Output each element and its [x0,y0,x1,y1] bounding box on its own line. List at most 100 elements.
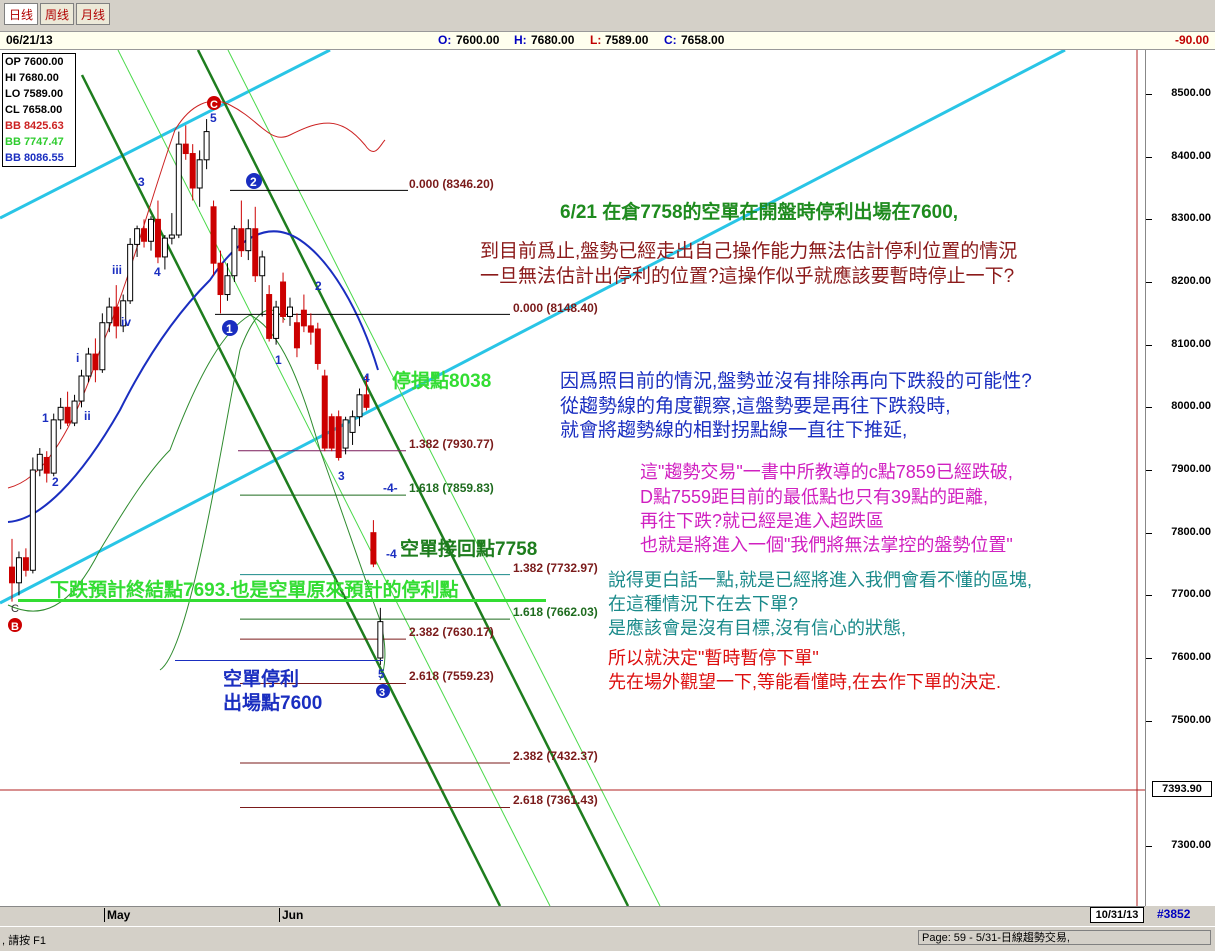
candle [92,338,99,383]
annotation-para1-line2: 一旦無法估計出停利的位置?這操作似乎就應該要暫時停止一下? [480,266,1015,287]
candle-body [363,394,370,408]
candle [259,250,266,317]
candle-body [161,237,168,258]
candle-body [300,309,307,327]
candle [15,551,22,596]
close-value: 7658.00 [681,33,725,47]
candle-body [148,218,154,242]
candle [210,200,217,276]
ohlc-legend: OP 7600.00 HI 7680.00 LO 7589.00 CL 7658… [2,53,76,167]
expected-end-line [18,599,546,602]
fib-label-3: 1.618 (7859.83) [409,481,494,495]
candle [106,297,113,333]
status-page: Page: 59 - 5/31-日線趨勢交易, [918,930,1211,945]
candle-body [196,159,203,189]
x-label-jun: Jun [279,908,303,922]
fib-label-6: 2.382 (7630.17) [409,625,494,639]
candle-body [287,306,293,317]
candle-body [328,416,335,449]
annotation-para4-line3: 是應該會是沒有目標,沒有信心的狀態, [608,618,907,638]
candle-body [293,322,300,349]
exit-line [175,660,383,661]
legend-bb-upper: BB 8425.63 [5,120,64,132]
wave-label-4: 4 [154,265,161,279]
candle [224,263,231,301]
legend-low: LO 7589.00 [5,88,64,100]
tab-daily[interactable]: 日线 [4,3,39,25]
tab-monthly[interactable]: 月线 [76,3,111,25]
y-tick-label: 7900.00 [1171,463,1211,475]
candle [293,313,300,358]
candle [29,457,36,574]
wave-label-minus-4a: -4- [383,481,398,495]
annotation-para4-line2: 在這種情況下在去下單? [608,594,799,614]
wave-label-iii: iii [112,263,122,277]
fib-label-9: 2.618 (7361.43) [513,793,598,807]
price-axis: 7393.90 8500.00 8400.00 8300.00 8200.00 8100… [1146,50,1215,906]
legend-close: CL 7658.00 [5,104,63,116]
wave-label-minus-4b: -4 [386,547,397,561]
candle-body [85,353,92,377]
y-tick-label: 8400.00 [1171,149,1211,162]
candle [300,294,307,333]
candle-body [29,469,36,571]
point-c-small-label: C [11,603,19,615]
legend-bb-lower: BB 8086.55 [5,152,64,164]
circled-2-label: 2 [250,175,257,189]
candle [161,235,168,270]
annotation-para4-line1: 說得更白話一點,就是已經將進入我們會看不懂的區塊, [608,570,1032,590]
candle [245,219,252,261]
annotation-para3-line3: 再往下跌?就已經是進入超跌區 [640,511,885,531]
candle-body [57,406,64,421]
candle [342,416,349,455]
candle-body [356,394,363,418]
candle-body [203,131,210,161]
candle-body [259,256,266,277]
candle-body [15,557,22,584]
candle [238,200,245,257]
fib-label-2: 1.382 (7930.77) [409,437,494,451]
candle-body [224,275,231,296]
annotation-para1-line1: 到目前爲止,盤勢已經走出自己操作能力無法估計停利位置的情況 [480,241,1018,262]
candle-body [307,325,314,333]
candle [252,206,259,282]
y-tick-label: 8100.00 [1171,337,1211,350]
candle [370,520,377,568]
candle [189,144,196,201]
stop-loss-annotation: 停損點8038 [392,371,492,392]
y-tick-mark [1146,344,1152,346]
fib-label-0: 0.000 (8346.20) [409,177,494,191]
candle [335,410,342,461]
rebound-annotation: 空單接回點7758 [400,539,538,560]
y-tick-label: 8200.00 [1171,275,1211,287]
annotation-para2-line1: 因爲照目前的情況,盤勢並沒有排除再向下跌殺的可能性? [560,371,1032,392]
fib-label-7: 2.618 (7559.23) [409,669,494,683]
y-tick-mark [1146,219,1152,221]
wave-label-3: 3 [138,175,145,189]
chart-plot-area[interactable]: 1 2 i ii iii iv 3 4 5 1 2 3 4 -4- -4 5 2… [0,50,1212,906]
candle [273,300,280,345]
expected-end-annotation: 下跌預計終結點7693.也是空單原來預計的停利點 [50,580,459,601]
candle-body [266,294,273,339]
fib-label-8: 2.382 (7432.37) [513,749,598,763]
candle-body [280,281,287,317]
date-axis: May Jun [0,906,1145,924]
candle-body [370,532,377,565]
candle [349,410,356,445]
tab-weekly[interactable]: 周线 [40,3,75,25]
wave-label-sub-5: 5 [378,667,385,681]
bar-count: #3852 [1157,907,1191,921]
wave-label-sub-2: 2 [315,279,322,293]
candle-body [342,419,349,449]
candle [328,413,335,452]
candle-body [349,416,356,433]
candle-body [210,206,217,264]
candle [113,285,120,339]
wave-label-1: 1 [42,411,49,425]
candle-body [9,566,15,584]
wave-label-sub-1: 1 [275,353,282,367]
candle [127,238,134,304]
candle-body [22,557,29,571]
candle-body [245,228,252,252]
candle-body [134,228,141,245]
